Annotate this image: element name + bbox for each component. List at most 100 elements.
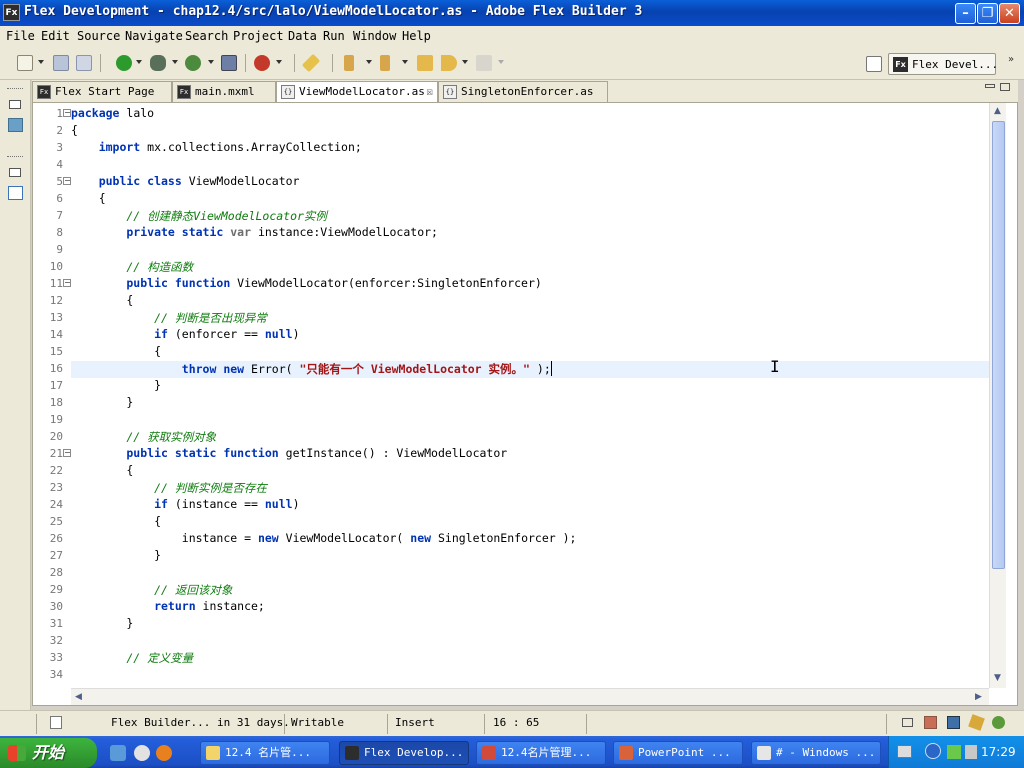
menu-project[interactable]: Project [233,29,284,43]
tab-flex-start-page[interactable]: Fx Flex Start Page [32,81,172,102]
minimize-editor-icon[interactable] [985,84,995,88]
taskbar-item-powerpoint[interactable]: PowerPoint ... [613,741,743,765]
tab-main-mxml[interactable]: Fx main.mxml [172,81,276,102]
forward-icon[interactable] [476,55,492,71]
ie-browser-icon[interactable] [134,745,150,761]
fold-collapse-icon[interactable]: − [63,279,71,287]
perspective-switcher[interactable]: Fx Flex Devel... [888,53,998,75]
taskbar-item-flex-builder[interactable]: Flex Develop... [339,741,469,765]
debug-icon[interactable] [150,55,166,71]
fold-collapse-icon[interactable]: − [63,177,71,185]
menu-data[interactable]: Data [288,29,317,43]
text-caret [550,361,552,376]
code-editor[interactable]: 1 2 3 4 5 6 7 8 9 10 11 12 13 14 15 16 1… [32,102,1018,706]
vertical-scrollbar[interactable]: ▲ ▼ [989,103,1006,688]
prev-annotation-icon[interactable] [380,55,390,71]
menu-search[interactable]: Search [185,29,228,43]
taskbar-item-folder[interactable]: 12.4 名片管... [200,741,330,765]
restore-view-icon[interactable] [9,100,21,109]
menu-window[interactable]: Window [353,29,396,43]
menu-help[interactable]: Help [402,29,431,43]
pdf-icon [482,746,496,760]
start-button[interactable]: 开始 [0,738,97,768]
console-view-icon[interactable] [947,716,960,729]
show-desktop-icon[interactable] [110,745,126,761]
progress-view-icon[interactable] [992,716,1005,729]
forward-dropdown-arrow-icon[interactable] [498,60,504,64]
run-dropdown-arrow-icon[interactable] [136,60,142,64]
profile-icon[interactable] [185,55,201,71]
scroll-left-icon[interactable]: ◀ [75,692,82,702]
flex-file-icon: Fx [37,85,51,99]
restore-button[interactable]: ❐ [977,3,998,24]
fast-view-icon[interactable] [50,716,62,729]
external-tools-icon[interactable] [254,55,270,71]
perspective-overflow-icon[interactable]: » [1008,54,1014,65]
menu-navigate[interactable]: Navigate [125,29,183,43]
close-tab-icon[interactable]: ☒ [426,82,433,101]
keyword: null [264,327,293,341]
line-number: 18 [49,396,63,409]
new-file-icon[interactable] [17,55,33,71]
menu-run[interactable]: Run [323,29,345,43]
scroll-up-icon[interactable]: ▲ [994,106,1001,116]
menu-source[interactable]: Source [77,29,120,43]
profile-dropdown-arrow-icon[interactable] [208,60,214,64]
keyboard-icon[interactable] [897,745,912,758]
tray-arrow-icon[interactable] [925,743,941,759]
tasks-view-icon[interactable] [968,714,985,731]
network-icon[interactable] [947,745,961,759]
print-icon[interactable] [76,55,92,71]
back-icon[interactable] [441,55,457,71]
tab-viewmodellocator-as[interactable]: {} ViewModelLocator.as ☒ [276,81,438,102]
line-number: 21 [49,447,63,460]
external-tools-dropdown-arrow-icon[interactable] [276,60,282,64]
line-number: 33 [49,651,63,664]
scroll-down-icon[interactable]: ▼ [994,673,1001,683]
minimized-view-icon[interactable] [902,718,913,727]
code-text-area[interactable]: package lalo { import mx.collections.Arr… [71,103,989,688]
next-annotation-icon[interactable] [344,55,354,71]
problems-view-icon[interactable] [924,716,937,729]
taskbar-item-pdf[interactable]: 12.4名片管理... [476,741,606,765]
navigator-view-icon[interactable] [8,118,23,132]
run-icon[interactable] [116,55,132,71]
taskbar-item-windows[interactable]: # - Windows ... [751,741,881,765]
last-edit-icon[interactable] [417,55,433,71]
vertical-scroll-thumb[interactable] [992,121,1005,569]
line-number: 26 [49,532,63,545]
restore-view-2-icon[interactable] [9,168,21,177]
scroll-right-icon[interactable]: ▶ [975,692,982,702]
menu-edit[interactable]: Edit [41,29,70,43]
outline-view-icon[interactable] [8,186,23,200]
maximize-editor-icon[interactable] [1000,83,1010,91]
new-dropdown-arrow-icon[interactable] [38,60,44,64]
flex-perspective-icon: Fx [893,57,908,72]
pencil-icon[interactable] [301,53,321,73]
horizontal-scrollbar[interactable]: ◀ ▶ [71,688,989,705]
minimize-button[interactable]: – [955,3,976,24]
save-icon[interactable] [53,55,69,71]
line-number: 27 [49,549,63,562]
prev-annotation-dropdown-arrow-icon[interactable] [402,60,408,64]
code-text: SingletonEnforcer ); [431,531,577,545]
line-number: 9 [56,243,63,256]
tab-singletonenforcer-as[interactable]: {} SingletonEnforcer.as [438,81,608,102]
line-number: 30 [49,600,63,613]
back-dropdown-arrow-icon[interactable] [462,60,468,64]
next-annotation-dropdown-arrow-icon[interactable] [366,60,372,64]
line-number: 12 [49,294,63,307]
fold-collapse-icon[interactable]: − [63,109,71,117]
line-number: 3 [56,141,63,154]
volume-icon[interactable] [965,745,977,759]
export-icon[interactable] [221,55,237,71]
debug-dropdown-arrow-icon[interactable] [172,60,178,64]
close-button[interactable]: ✕ [999,3,1020,24]
fold-collapse-icon[interactable]: − [63,449,71,457]
menu-file[interactable]: File [6,29,35,43]
keyword: package [71,106,120,120]
firefox-icon[interactable] [156,745,172,761]
line-number: 15 [49,345,63,358]
open-perspective-icon[interactable] [866,56,882,72]
line-number: 19 [49,413,63,426]
